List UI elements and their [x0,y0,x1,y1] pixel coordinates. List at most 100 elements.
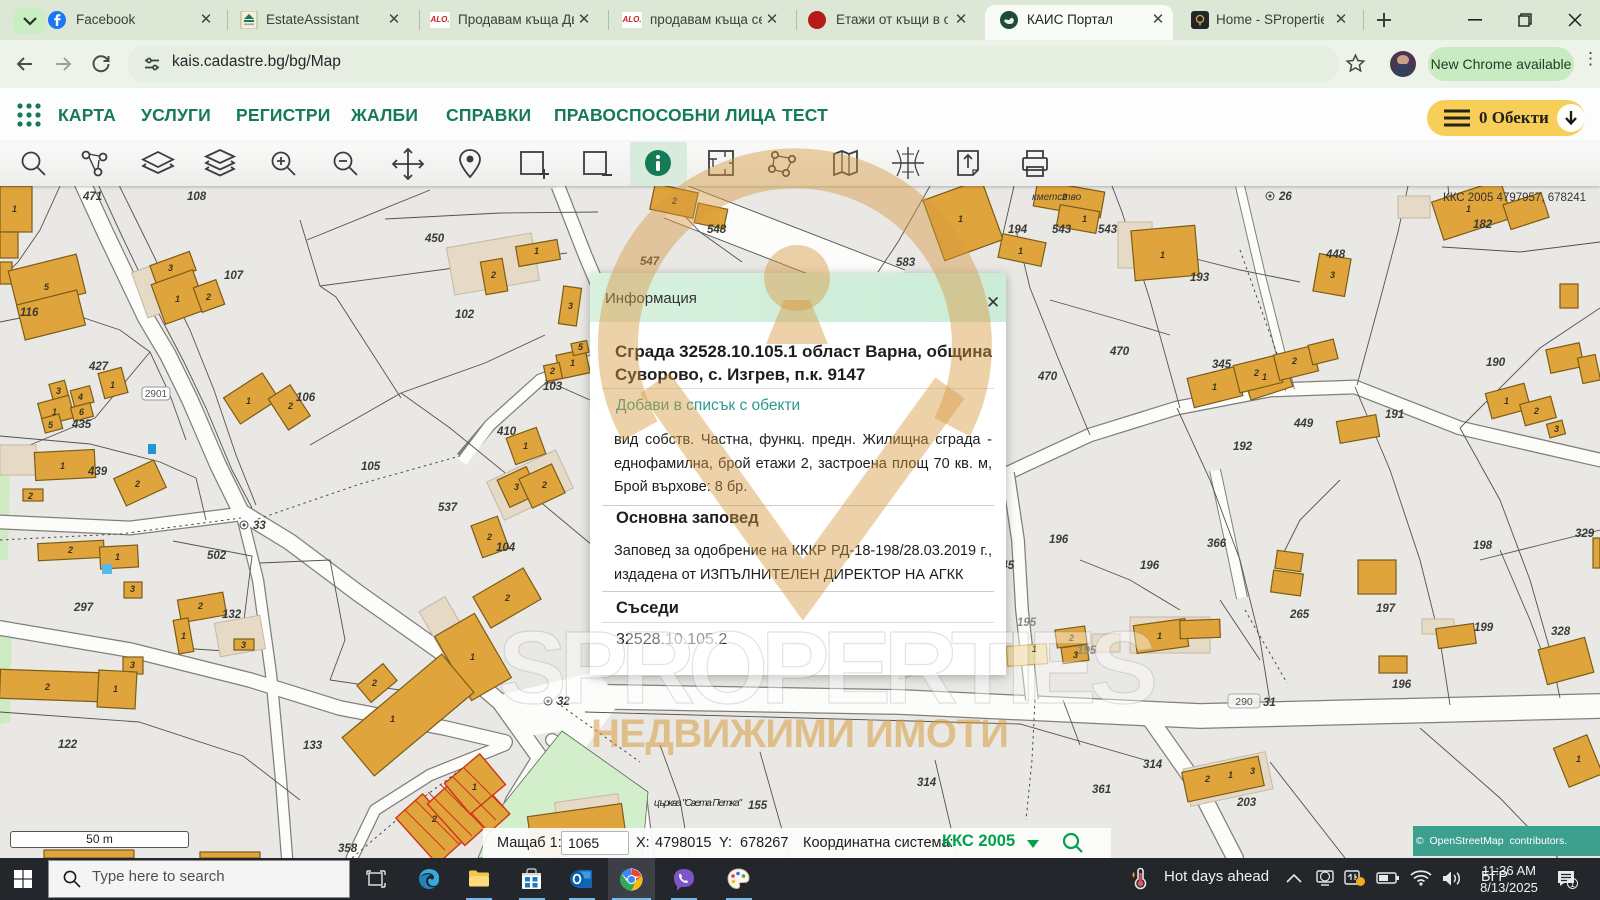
svg-text:104: 104 [496,542,516,554]
svg-text:471: 471 [82,191,102,203]
svg-text:102: 102 [455,309,475,321]
svg-text:314: 314 [917,777,937,789]
svg-text:32: 32 [557,696,570,708]
svg-text:1: 1 [958,214,963,224]
svg-text:198: 198 [1473,540,1493,552]
svg-text:1: 1 [1262,372,1267,382]
svg-text:1: 1 [181,631,186,641]
svg-text:1: 1 [1466,204,1471,214]
svg-text:26: 26 [1278,191,1292,203]
svg-text:2: 2 [549,366,555,376]
svg-text:3: 3 [241,640,246,650]
svg-text:196: 196 [1392,679,1412,691]
svg-text:329: 329 [1575,528,1595,540]
svg-text:358: 358 [338,843,358,855]
svg-text:1: 1 [570,358,575,368]
svg-text:290: 290 [1235,696,1253,708]
svg-text:църква "Света Петка": църква "Света Петка" [654,798,742,809]
svg-text:191: 191 [1385,409,1404,421]
svg-text:1: 1 [246,396,251,406]
svg-text:1: 1 [115,552,120,562]
svg-text:2: 2 [1204,774,1210,784]
svg-text:ККС 2005 4797957, 678241: ККС 2005 4797957, 678241 [1443,192,1586,204]
svg-text:105: 105 [361,461,381,473]
svg-text:1: 1 [1032,644,1037,654]
svg-text:1: 1 [60,461,65,471]
svg-text:470: 470 [1037,371,1058,383]
svg-text:3: 3 [514,482,519,492]
svg-text:133: 133 [303,740,323,752]
svg-text:3: 3 [1554,424,1559,434]
svg-text:107: 107 [224,270,244,282]
svg-text:4: 4 [77,392,83,402]
svg-text:2: 2 [671,196,677,206]
svg-text:1: 1 [110,380,115,390]
svg-text:182: 182 [1473,219,1493,231]
svg-text:1: 1 [470,652,475,662]
svg-text:2: 2 [371,678,377,688]
svg-text:194: 194 [1008,224,1028,236]
svg-text:3: 3 [1073,650,1078,660]
svg-text:543: 543 [1098,224,1118,236]
svg-text:1: 1 [52,407,57,417]
svg-text:1: 1 [534,246,539,256]
svg-text:1: 1 [1018,246,1023,256]
svg-text:2: 2 [197,601,203,611]
svg-text:3: 3 [56,386,61,396]
svg-text:199: 199 [1474,622,1494,634]
svg-text:361: 361 [1092,784,1111,796]
svg-text:543: 543 [1052,224,1072,236]
svg-text:297: 297 [73,602,94,614]
svg-text:2: 2 [431,814,437,824]
svg-text:470: 470 [1109,346,1130,358]
svg-text:197: 197 [1376,603,1396,615]
svg-text:196: 196 [1049,534,1069,546]
svg-text:2: 2 [541,480,547,490]
svg-text:314: 314 [1143,759,1163,771]
svg-text:1: 1 [1228,770,1233,780]
svg-text:2: 2 [1533,406,1539,416]
svg-text:2: 2 [134,479,140,489]
svg-text:449: 449 [1293,418,1314,430]
svg-text:345: 345 [1212,359,1232,371]
svg-text:2901: 2901 [145,389,168,400]
svg-text:108: 108 [187,191,207,203]
svg-text:106: 106 [296,392,316,404]
svg-text:195: 195 [1077,645,1097,657]
svg-text:3: 3 [568,301,573,311]
svg-text:132: 132 [222,609,242,621]
svg-text:1: 1 [390,714,395,724]
svg-text:1: 1 [472,782,477,792]
svg-text:3: 3 [1330,270,1335,280]
svg-text:1: 1 [1212,382,1217,392]
svg-text:1: 1 [523,441,528,451]
svg-text:2: 2 [1291,356,1297,366]
svg-text:1: 1 [113,684,118,694]
svg-text:155: 155 [748,800,768,812]
svg-text:2: 2 [27,491,33,501]
svg-text:537: 537 [438,502,458,514]
svg-text:1: 1 [175,294,180,304]
svg-text:328: 328 [1551,626,1571,638]
svg-text:1: 1 [1160,250,1165,260]
svg-text:196: 196 [1140,560,1160,572]
svg-text:2: 2 [1068,633,1074,643]
svg-text:2: 2 [44,682,50,692]
svg-text:450: 450 [424,233,445,245]
svg-text:116: 116 [20,307,39,319]
svg-text:1: 1 [1570,879,1575,889]
svg-text:265: 265 [1289,609,1310,621]
svg-text:410: 410 [496,426,517,438]
svg-text:448: 448 [1325,249,1346,261]
svg-text:502: 502 [207,550,227,562]
svg-text:3: 3 [130,660,135,670]
svg-text:2: 2 [486,532,492,542]
svg-text:547: 547 [640,256,660,268]
svg-text:366: 366 [1207,538,1227,550]
svg-text:583: 583 [896,257,916,269]
svg-text:2: 2 [490,270,496,280]
svg-text:2: 2 [504,593,510,603]
svg-text:3: 3 [168,263,173,273]
svg-text:2: 2 [67,545,73,555]
svg-text:31: 31 [1263,697,1276,709]
